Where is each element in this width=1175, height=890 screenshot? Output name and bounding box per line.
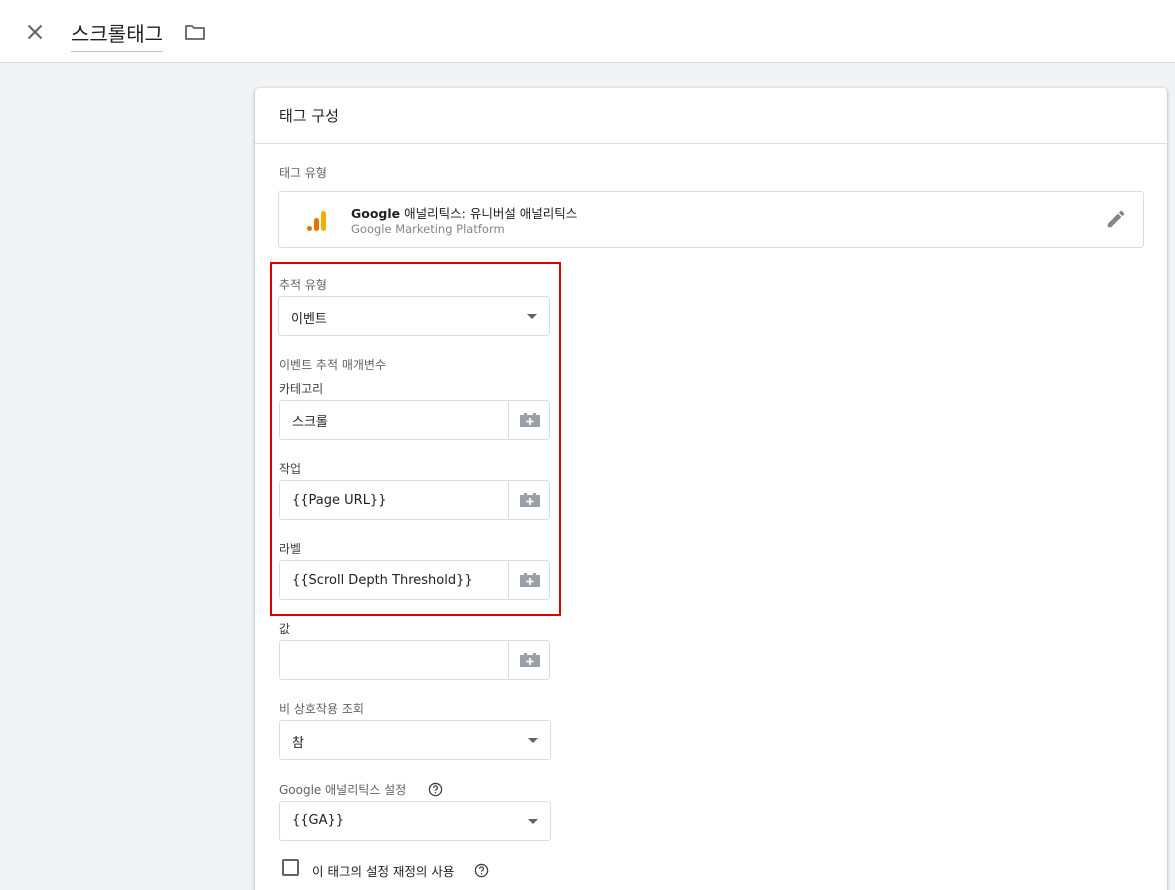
tag-type-label: 태그 유형 <box>279 166 327 180</box>
tag-type-selector[interactable]: Google 애널리틱스: 유니버설 애널리틱스 Google Marketin… <box>278 191 1144 248</box>
category-label: 카테고리 <box>279 382 324 396</box>
tag-configuration-card: 태그 구성 태그 유형 Google 애널리틱스: 유니버설 애널리틱스 Goo… <box>255 88 1167 890</box>
category-field <box>279 400 550 440</box>
ga-settings-select[interactable]: {{GA}} <box>279 801 551 841</box>
tag-name-title[interactable]: 스크롤태그 <box>71 18 163 52</box>
tracking-type-value: 이벤트 <box>291 312 327 327</box>
category-input[interactable] <box>280 401 509 439</box>
card-header: 태그 구성 <box>255 88 1167 144</box>
help-circle-icon[interactable] <box>428 782 443 797</box>
label-field <box>279 560 550 600</box>
add-variable-icon[interactable] <box>508 401 549 439</box>
dropdown-arrow-icon <box>528 738 538 743</box>
google-analytics-logo-icon <box>306 209 328 233</box>
action-input[interactable] <box>280 481 509 519</box>
non-interaction-value: 참 <box>292 736 304 751</box>
value-field-label: 값 <box>279 622 291 636</box>
tag-type-subtitle: Google Marketing Platform <box>351 222 505 236</box>
folder-icon[interactable] <box>183 20 207 44</box>
pencil-edit-icon[interactable] <box>1105 208 1127 230</box>
override-settings-label: 이 태그의 설정 재정의 사용 <box>312 864 455 879</box>
dropdown-arrow-icon <box>528 819 538 824</box>
tag-type-name: Google 애널리틱스: 유니버설 애널리틱스 <box>351 203 577 222</box>
tracking-type-label: 추적 유형 <box>279 278 327 292</box>
help-circle-icon[interactable] <box>474 863 489 878</box>
close-icon[interactable] <box>22 19 48 45</box>
add-variable-icon[interactable] <box>508 481 549 519</box>
non-interaction-select[interactable]: 참 <box>279 720 551 760</box>
action-label: 작업 <box>279 462 302 476</box>
ga-settings-value: {{GA}} <box>292 813 345 828</box>
tracking-type-select[interactable]: 이벤트 <box>278 296 550 336</box>
dropdown-arrow-icon <box>527 314 537 319</box>
top-bar: 스크롤태그 <box>0 0 1175 63</box>
card-title: 태그 구성 <box>279 107 339 125</box>
label-input[interactable] <box>280 561 509 599</box>
non-interaction-label: 비 상호작용 조회 <box>279 702 364 716</box>
ga-settings-label: Google 애널리틱스 설정 <box>279 783 407 797</box>
tag-type-brand: Google <box>351 206 401 221</box>
label-field-label: 라벨 <box>279 542 302 556</box>
tag-type-product: 애널리틱스: 유니버설 애널리틱스 <box>404 206 578 221</box>
override-settings-checkbox[interactable] <box>282 859 299 876</box>
value-input[interactable] <box>280 641 509 679</box>
add-variable-icon[interactable] <box>508 561 549 599</box>
action-field <box>279 480 550 520</box>
event-params-label: 이벤트 추적 매개변수 <box>279 358 386 372</box>
add-variable-icon[interactable] <box>508 641 549 679</box>
value-field <box>279 640 550 680</box>
